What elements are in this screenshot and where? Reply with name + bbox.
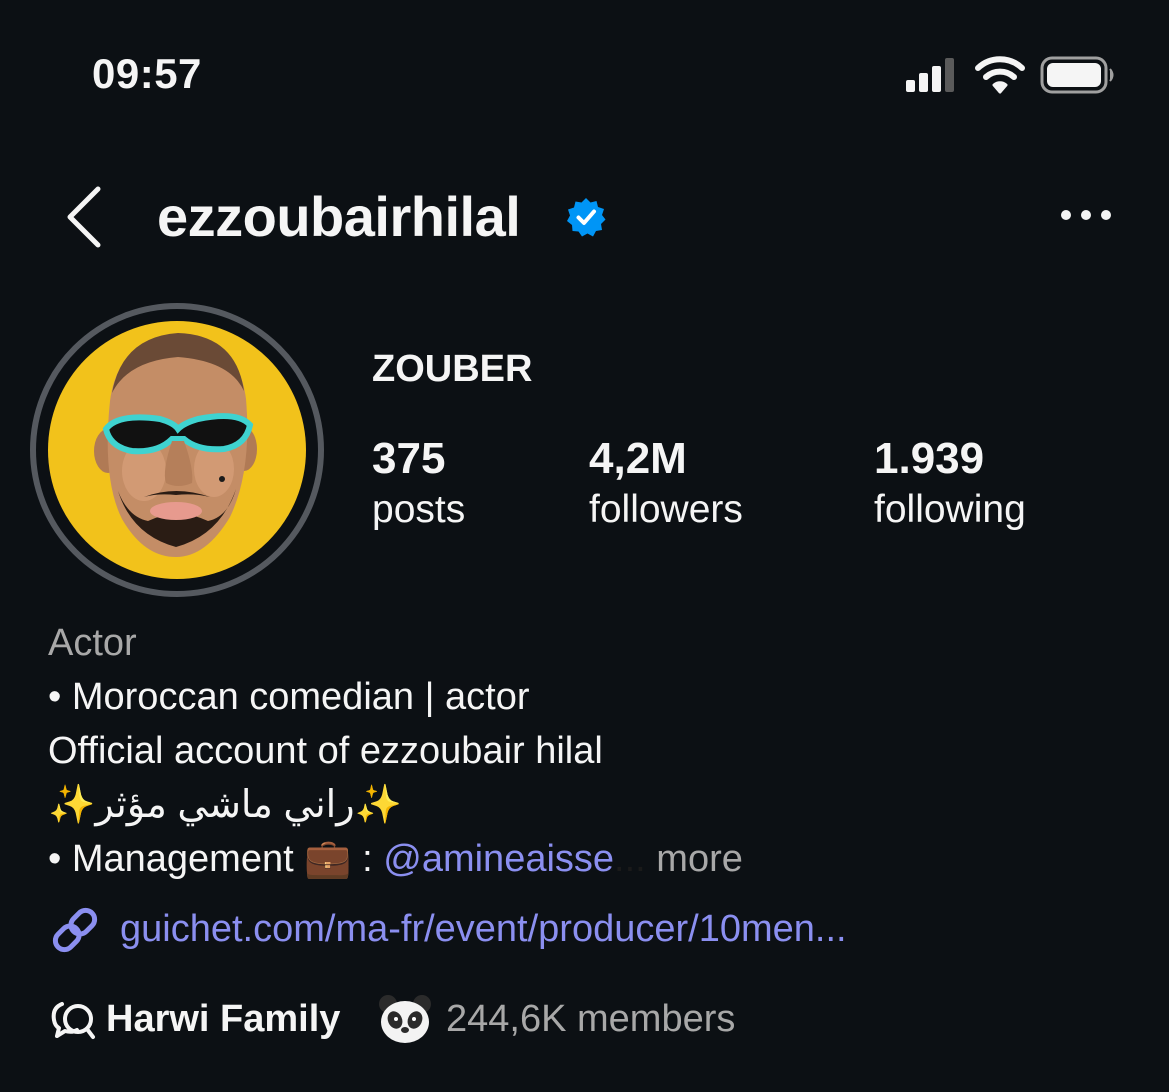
stat-posts-label: posts: [372, 488, 466, 531]
bio-management-label: • Management: [48, 838, 294, 880]
broadcast-chat-icon: [51, 1002, 95, 1039]
channel-name-link[interactable]: Harwi Family: [106, 996, 340, 1042]
stat-posts[interactable]: 375 posts: [372, 432, 465, 534]
sparkles-emoji: ✨: [354, 784, 402, 826]
bio-line-3: ✨راني ماشي مؤثر✨: [48, 782, 402, 828]
sparkles-emoji: ✨: [48, 784, 96, 826]
profile-category: Actor: [48, 622, 137, 664]
profile-website-link[interactable]: guichet.com/ma-fr/event/producer/10men..…: [120, 906, 847, 952]
panda-emoji: [379, 995, 431, 1043]
briefcase-emoji: 💼: [304, 838, 352, 880]
status-time: 09:57: [92, 50, 202, 97]
channel-members-count: 244,6K members: [446, 998, 736, 1040]
back-button[interactable]: [60, 185, 108, 249]
bio-mention-link[interactable]: @amineaisse: [383, 838, 614, 880]
stat-following[interactable]: 1.939 following: [874, 432, 1026, 534]
profile-username: ezzoubairhilal: [157, 185, 521, 248]
profile-display-name: ZOUBER: [372, 348, 533, 390]
avatar[interactable]: [48, 321, 306, 579]
bio-line-4: • Management 💼 : @amineaisse... more: [48, 836, 743, 882]
battery-icon: [1040, 56, 1114, 94]
bio-line-1: • Moroccan comedian | actor: [48, 676, 530, 718]
wifi-icon: [975, 56, 1025, 94]
link-icon: [52, 907, 98, 953]
stat-followers-value: 4,2M: [589, 434, 687, 483]
bio-more-button[interactable]: more: [656, 838, 743, 880]
bio-colon: :: [362, 838, 373, 880]
more-options-button[interactable]: [1058, 200, 1114, 230]
stat-following-value: 1.939: [874, 434, 985, 483]
stat-following-label: following: [874, 488, 1026, 531]
bio-line-2: Official account of ezzoubair hilal: [48, 730, 603, 772]
bio-arabic-text: راني ماشي مؤثر: [95, 784, 355, 826]
avatar-illustration: [48, 321, 306, 579]
stat-posts-value: 375: [372, 434, 446, 483]
stat-followers[interactable]: 4,2M followers: [589, 432, 743, 534]
verified-badge-icon: [567, 198, 606, 237]
stat-followers-label: followers: [589, 488, 743, 531]
bio-ellipsis: ...: [614, 838, 646, 880]
cellular-signal-icon: [906, 58, 954, 92]
